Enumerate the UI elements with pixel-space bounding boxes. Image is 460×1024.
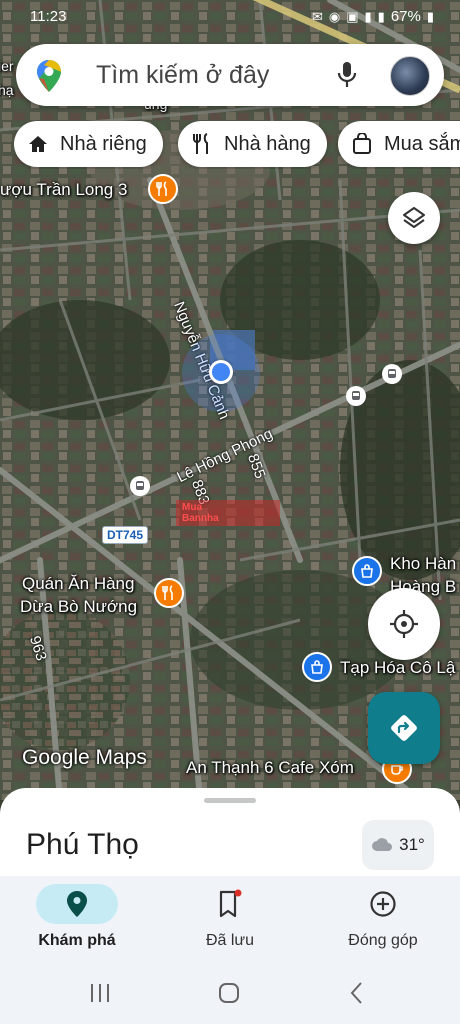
account-avatar[interactable]: [390, 56, 430, 96]
status-time: 11:23: [30, 8, 67, 25]
chip-home[interactable]: Nhà riêng: [14, 121, 163, 167]
map-label-quan-an-1[interactable]: Quán Ăn Hàng: [22, 574, 134, 594]
search-bar[interactable]: Tìm kiếm ở đây: [16, 44, 444, 106]
weather-chip[interactable]: 31°: [362, 820, 434, 870]
explore-pin-icon: [67, 891, 87, 917]
map-label-edge-ier: ier: [0, 58, 14, 74]
route-badge-dt745: DT745: [102, 526, 149, 544]
add-circle-icon: [370, 891, 396, 917]
back-icon[interactable]: [348, 981, 366, 1005]
map-label-an-thanh[interactable]: An Thạnh 6 Cafe Xóm: [186, 758, 354, 778]
google-maps-attribution: Google Maps: [22, 746, 147, 769]
cloud-icon: [372, 838, 393, 851]
location-status-icon: ◉: [328, 8, 341, 24]
map-label-quan-an-2[interactable]: Dừa Bò Nướng: [20, 597, 137, 617]
battery-percentage: 67%: [390, 8, 421, 25]
bus-stop-icon[interactable]: [130, 476, 150, 496]
status-bar: 11:23 ✉ ◉ ▣ ▮ ▮ 67% ▮: [0, 0, 460, 34]
nav-contribute[interactable]: Đóng góp: [308, 884, 458, 950]
home-nav-icon[interactable]: [217, 981, 241, 1005]
bottom-navigation: Khám phá Đã lưu Đóng góp: [0, 876, 460, 962]
directions-button[interactable]: [368, 692, 440, 764]
recent-apps-icon[interactable]: [88, 982, 112, 1004]
home-icon: [29, 136, 47, 152]
restaurant-poi-icon[interactable]: [148, 174, 178, 204]
bus-stop-icon[interactable]: [346, 386, 366, 406]
my-location-dot: [209, 360, 233, 384]
map-label-tran-long[interactable]: ượu Trần Long 3: [0, 180, 127, 200]
wifi-signal-icon: ▮: [377, 8, 385, 24]
nav-saved[interactable]: Đã lưu: [155, 884, 305, 950]
chip-restaurants[interactable]: Nhà hàng: [178, 121, 327, 167]
microphone-icon[interactable]: [336, 61, 358, 89]
system-navigation-bar: [0, 962, 460, 1024]
sheet-drag-handle[interactable]: [204, 798, 256, 803]
layers-button[interactable]: [388, 192, 440, 244]
map-label-kho-han-1[interactable]: Kho Hàn: [390, 554, 456, 574]
battery-icon: ▮: [426, 8, 434, 24]
my-location-button[interactable]: [368, 588, 440, 660]
shopping-bag-icon: [353, 133, 371, 154]
search-placeholder[interactable]: Tìm kiếm ở đây: [96, 61, 269, 90]
restaurant-icon: [193, 133, 208, 154]
bottom-sheet[interactable]: Phú Thọ 31°: [0, 788, 460, 888]
nfc-icon: ▣: [346, 8, 359, 24]
category-chips: Nhà riêng Nhà hàng Mua sắm: [14, 121, 460, 169]
map-label-edge-ha: hạ: [0, 82, 14, 98]
shop-poi-icon[interactable]: [302, 652, 332, 682]
crosshair-icon: [390, 610, 418, 638]
place-title: Phú Thọ: [26, 828, 139, 861]
signal-icon: ▮: [364, 8, 372, 24]
notification-icon: ✉: [311, 8, 323, 24]
temperature: 31°: [399, 835, 425, 854]
nav-explore[interactable]: Khám phá: [2, 884, 152, 950]
directions-icon: [391, 715, 417, 741]
google-maps-pin-icon: [37, 60, 61, 92]
map-view[interactable]: Nguyễn Hữu Cảnh Lê Hồng Phong 883 855 96…: [0, 0, 460, 800]
bus-stop-icon[interactable]: [382, 364, 402, 384]
bookmark-icon: [219, 889, 242, 918]
watermark: Mua Bannha: [176, 500, 280, 526]
restaurant-poi-icon[interactable]: [154, 578, 184, 608]
map-label-tap-hoa[interactable]: Tạp Hóa Cô Lậ: [340, 658, 455, 678]
layers-icon: [403, 207, 425, 228]
chip-shopping[interactable]: Mua sắm: [338, 121, 460, 167]
shop-poi-icon[interactable]: [352, 556, 382, 586]
